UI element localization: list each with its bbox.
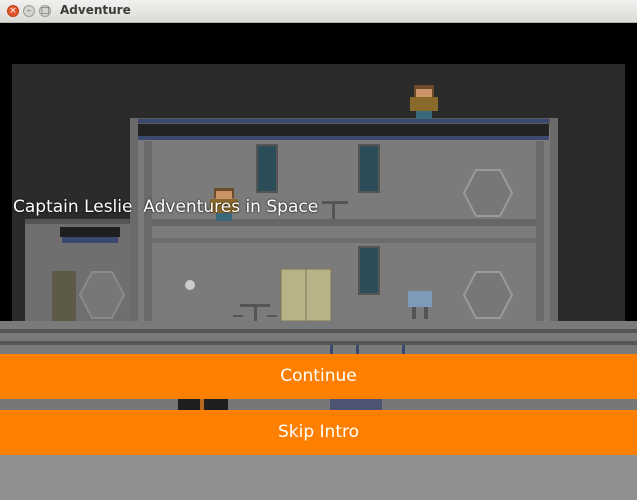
table-lower: [240, 304, 270, 307]
annex-shelf: [52, 271, 76, 321]
lower-scene-strip: [0, 399, 637, 410]
window-upper-right: [358, 144, 380, 193]
pillar-inner-left: [144, 141, 152, 321]
roof-lower-stripe: [137, 136, 549, 140]
minimize-icon: –: [26, 6, 32, 16]
wall-lamp: [185, 280, 195, 290]
maximize-icon: □: [40, 6, 50, 16]
bottom-area: [0, 455, 637, 500]
ground-platform: [0, 321, 637, 356]
table-upper: [322, 201, 348, 204]
minimize-window-button[interactable]: –: [23, 5, 35, 17]
pillar-right: [550, 118, 558, 328]
window-lower: [358, 246, 380, 295]
pillar-left: [130, 118, 138, 328]
window-titlebar[interactable]: × – □ Adventure: [0, 0, 637, 23]
continue-button[interactable]: Continue: [0, 354, 637, 399]
close-window-button[interactable]: ×: [7, 5, 19, 17]
roof-dark-band: [137, 124, 549, 138]
annex-dark-band: [60, 227, 120, 237]
game-viewport[interactable]: Captain Leslie Adventures in Space Conti…: [0, 23, 637, 500]
pillar-inner-right: [536, 141, 544, 321]
close-icon: ×: [9, 6, 17, 16]
floor-upper: [152, 219, 536, 226]
window-title: Adventure: [60, 3, 131, 17]
intro-story-text: Captain Leslie Adventures in Space: [13, 197, 319, 217]
floor-middle: [152, 238, 536, 243]
console: [408, 291, 432, 307]
skip-intro-button[interactable]: Skip Intro: [0, 410, 637, 455]
roof-stripe: [137, 119, 549, 123]
maximize-window-button[interactable]: □: [39, 5, 51, 17]
window-upper-left: [256, 144, 278, 193]
